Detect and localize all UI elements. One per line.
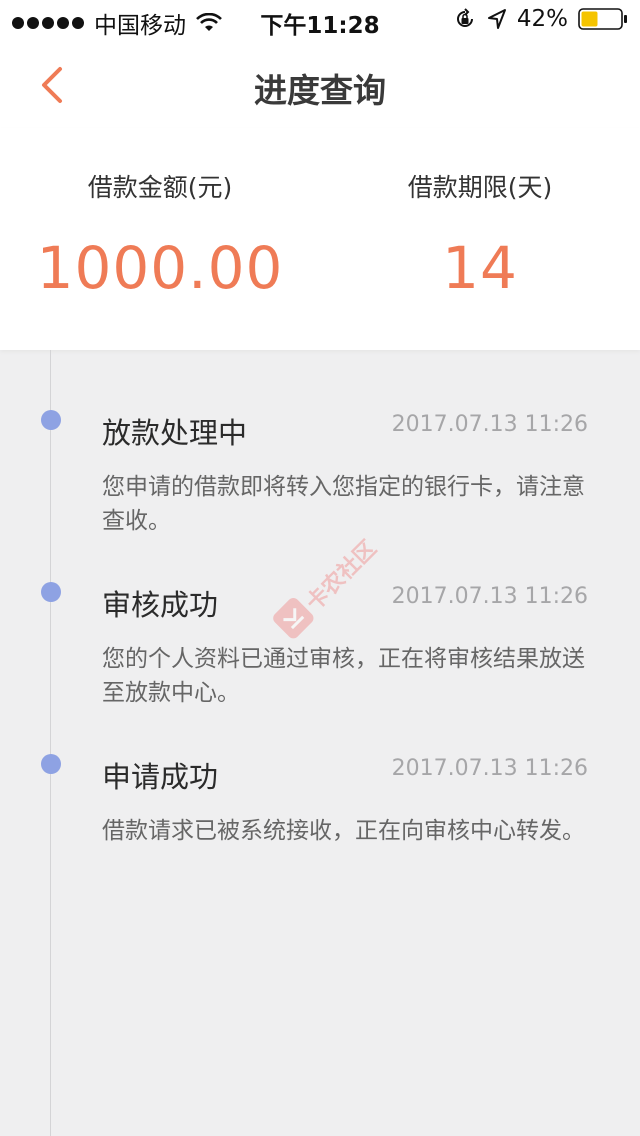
page-title: 进度查询 [254,71,386,110]
status-bar: 中国移动 下午11:28 42% [0,0,640,40]
timeline-entry-time: 2017.07.13 11:26 [391,756,588,781]
location-arrow-icon [487,9,506,29]
timeline-entry-title: 放款处理中 [102,416,248,450]
battery-fill [581,11,598,27]
timeline-entry-description: 您的个人资料已通过审核，正在将审核结果放送至放款中心。 [102,646,585,706]
timeline-entry-description: 借款请求已被系统接收，正在向审核中心转发。 [102,818,585,844]
loan-term-label: 借款期限(天) [407,173,553,202]
timeline-entry-title: 申请成功 [102,760,219,794]
status-right: 42% [453,6,628,32]
timeline-line [50,350,51,1136]
battery-icon [578,8,627,30]
screen: 中国移动 下午11:28 42% 进度查询 借款金额(元) 1000.00 借款… [0,0,640,1136]
loan-term-value: 14 [442,234,518,302]
timeline-dot [41,410,61,430]
loan-summary-card: 借款金额(元) 1000.00 借款期限(天) 14 [0,128,640,350]
timeline-dot [41,754,61,774]
rotation-lock-icon [456,8,473,27]
loan-term-block: 借款期限(天) 14 [320,128,640,302]
timeline-dot [41,582,61,602]
nav-bar: 进度查询 [0,40,640,128]
watermark-text: 卡农社区 [301,536,382,617]
battery-percent: 42% [516,6,568,32]
loan-amount-value: 1000.00 [36,234,284,302]
loan-amount-block: 借款金额(元) 1000.00 [0,128,320,302]
timeline-entry-time: 2017.07.13 11:26 [391,412,588,437]
timeline-entry-title: 审核成功 [102,588,219,622]
watermark-logo-icon [273,598,314,639]
loan-amount-label: 借款金额(元) [87,173,233,202]
timeline-entry-time: 2017.07.13 11:26 [391,584,588,609]
timeline-entry-description: 您申请的借款即将转入您指定的银行卡，请注意查收。 [102,474,585,534]
